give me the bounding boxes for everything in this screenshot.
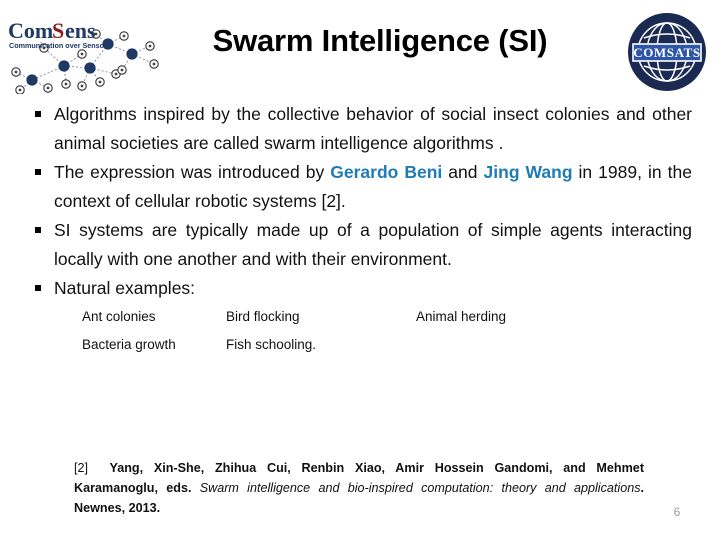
bullet-square-icon	[32, 100, 54, 129]
slide-header: Com S ens Communication over Sensors Swa…	[0, 0, 720, 100]
example-bacteria-growth: Bacteria growth	[82, 336, 176, 352]
highlight-name-gerardo-beni: Gerardo Beni	[330, 162, 443, 182]
page-number: 6	[673, 505, 681, 519]
slide-body: Algorithms inspired by the collective be…	[32, 100, 692, 365]
citation-ref-number: [2]	[74, 461, 89, 475]
page-title: Swarm Intelligence (SI)	[212, 23, 548, 58]
bullet-square-icon	[32, 216, 54, 245]
bullet-2-pre: The expression was introduced by	[54, 162, 331, 182]
comsens-word-ens: ens	[65, 18, 96, 43]
example-fish-schooling: Fish schooling.	[226, 336, 317, 352]
comsens-word-s: S	[52, 18, 64, 43]
comsens-word-com: Com	[8, 18, 53, 43]
bullet-item-4: Natural examples:	[32, 274, 692, 303]
highlight-name-jing-wang: Jing Wang	[483, 162, 573, 182]
bullet-text-1: Algorithms inspired by the collective be…	[54, 104, 692, 153]
comsens-logo: Com S ens Communication over Sensors	[4, 8, 164, 94]
bullet-item-2: The expression was introduced by Gerardo…	[32, 158, 692, 215]
example-bird-flocking: Bird flocking	[226, 308, 300, 324]
example-empty	[416, 337, 616, 352]
bullet-square-icon	[32, 274, 54, 303]
example-ant-colonies: Ant colonies	[82, 308, 156, 324]
reference-citation: [2] Yang, Xin-She, Zhihua Cui, Renbin Xi…	[74, 458, 644, 518]
bullet-text-3: SI systems are typically made up of a po…	[54, 220, 692, 269]
bullet-item-3: SI systems are typically made up of a po…	[32, 216, 692, 273]
citation-eds: eds.	[166, 481, 192, 495]
comsats-logo: COMSATS	[620, 6, 714, 98]
examples-row: Bacteria growth Fish schooling.	[82, 337, 692, 352]
bullet-item-1: Algorithms inspired by the collective be…	[32, 100, 692, 157]
comsats-banner-text: COMSATS	[633, 45, 701, 60]
bullet-square-icon	[32, 158, 54, 187]
bullet-text-2: The expression was introduced by Gerardo…	[54, 158, 692, 215]
natural-examples-grid: Ant colonies Bird flocking Animal herdin…	[82, 309, 692, 352]
citation-title: Swarm intelligence and bio-inspired comp…	[199, 481, 641, 495]
bullet-2-mid: and	[442, 162, 484, 182]
bullet-text-4: Natural examples:	[54, 278, 196, 298]
example-animal-herding: Animal herding	[416, 308, 507, 324]
comsens-tagline: Communication over Sensors	[9, 41, 111, 50]
examples-row: Ant colonies Bird flocking Animal herdin…	[82, 309, 692, 324]
